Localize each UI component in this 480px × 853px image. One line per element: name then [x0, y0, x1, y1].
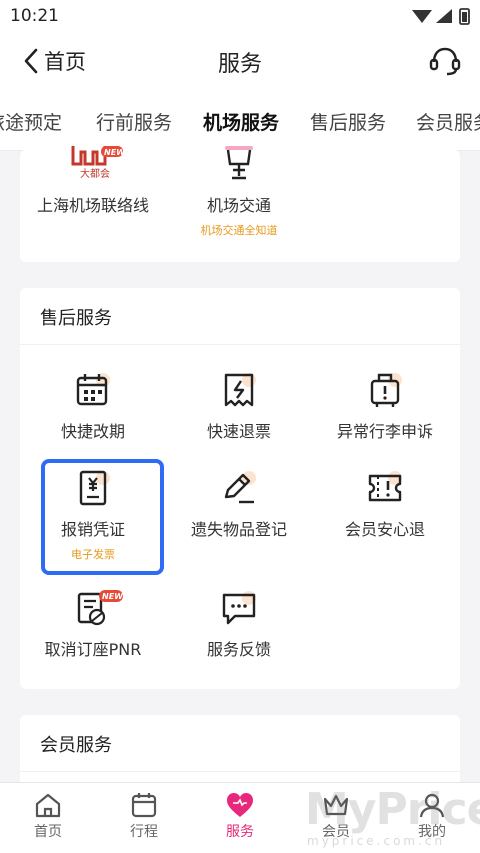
- watermark: MyPrice: [305, 784, 480, 835]
- svg-text:NEW: NEW: [102, 592, 123, 601]
- app-header: 首页 服务: [0, 32, 480, 90]
- nav-label: 服务: [226, 824, 254, 840]
- chat-icon: [222, 591, 256, 625]
- page-title: 服务: [217, 52, 262, 77]
- grid-item-quick-refund[interactable]: 快速退票: [166, 372, 312, 442]
- wifi-icon: [412, 10, 432, 23]
- nav-label: 首页: [34, 824, 62, 840]
- metro-logo-icon: 大都会 NEW: [71, 146, 123, 180]
- luggage-icon: [370, 373, 402, 407]
- watermark-sub: myprice.com.cn: [307, 834, 446, 848]
- nav-itinerary[interactable]: 行程: [96, 783, 192, 853]
- grid-item-label: 快捷改期: [60, 422, 125, 441]
- status-time: 10:21: [10, 6, 59, 26]
- pen-icon: [224, 471, 256, 504]
- grid-item-shanghai-airport-link[interactable]: 大都会 NEW 上海机场联络线: [20, 146, 166, 216]
- nav-label: 行程: [130, 824, 158, 840]
- calendar-icon: [131, 793, 157, 818]
- transport-sign-icon: [225, 146, 253, 180]
- signal-icon: [436, 9, 452, 23]
- grid-item-label: 服务反馈: [206, 640, 271, 659]
- section-title: 会员服务: [40, 735, 112, 756]
- home-icon: [35, 793, 61, 818]
- grid-item-label: 异常行李申诉: [336, 422, 433, 441]
- airport-services-card: 大都会 NEW 上海机场联络线 机场交通 机场交通全知道: [20, 146, 460, 262]
- grid-item-label: 机场交通: [206, 196, 271, 215]
- tab-after-sales[interactable]: 售后服务: [310, 108, 386, 135]
- grid-item-label: 会员安心退: [344, 520, 425, 539]
- grid-item-member-refund[interactable]: 会员安心退: [312, 470, 458, 540]
- tab-airport[interactable]: 机场服务: [203, 108, 279, 135]
- heart-icon: [227, 793, 253, 817]
- nav-services[interactable]: 服务: [192, 783, 288, 853]
- refund-ticket-icon: [224, 373, 256, 407]
- grid-item-cancel-pnr[interactable]: NEW 取消订座PNR: [20, 590, 166, 660]
- grid-item-quick-reschedule[interactable]: 快捷改期: [20, 372, 166, 442]
- status-icons: [412, 8, 470, 25]
- customer-service-icon[interactable]: [428, 44, 462, 78]
- grid-item-label: 取消订座PNR: [44, 640, 142, 659]
- tab-member[interactable]: 会员服务: [416, 108, 480, 135]
- selection-highlight: [41, 459, 164, 575]
- service-tabs: 旅途预定 行前服务 机场服务 售后服务 会员服务: [0, 90, 480, 151]
- svg-text:大都会: 大都会: [80, 167, 110, 180]
- section-title: 售后服务: [40, 308, 112, 329]
- grid-item-luggage-appeal[interactable]: 异常行李申诉: [312, 372, 458, 442]
- grid-item-label: 遗失物品登记: [190, 520, 287, 539]
- tab-pre-trip[interactable]: 行前服务: [96, 108, 172, 135]
- nav-home[interactable]: 首页: [0, 783, 96, 853]
- grid-item-sub: 机场交通全知道: [200, 224, 278, 237]
- divider: [20, 771, 460, 772]
- grid-item-feedback[interactable]: 服务反馈: [166, 590, 312, 660]
- grid-item-label: 上海机场联络线: [36, 196, 149, 215]
- divider: [20, 344, 460, 345]
- grid-item-label: 快速退票: [206, 422, 271, 441]
- grid-item-airport-transport[interactable]: 机场交通 机场交通全知道: [166, 146, 312, 238]
- svg-text:NEW: NEW: [104, 148, 123, 157]
- cancel-seat-icon: NEW: [77, 590, 123, 626]
- ticket-alert-icon: [368, 471, 402, 502]
- grid-item-lost-item[interactable]: 遗失物品登记: [166, 470, 312, 540]
- status-bar: 10:21: [0, 0, 480, 32]
- tab-travel-booking[interactable]: 旅途预定: [0, 108, 62, 135]
- calendar-icon: [76, 373, 110, 406]
